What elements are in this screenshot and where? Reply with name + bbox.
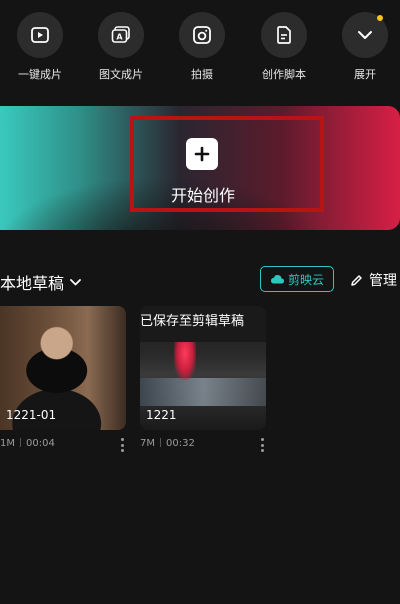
- cloud-button[interactable]: 剪映云: [260, 266, 334, 292]
- draft-card[interactable]: 1221-01 1M 00:04: [0, 306, 126, 452]
- start-creation-label[interactable]: 开始创作: [140, 182, 266, 206]
- tool-label: 展开: [354, 68, 376, 81]
- more-options-icon[interactable]: [260, 438, 264, 452]
- draft-title: 1221-01: [6, 408, 57, 422]
- tool-label: 一键成片: [18, 68, 62, 81]
- notification-dot: [377, 15, 383, 21]
- expand-button[interactable]: 展开: [327, 12, 400, 82]
- draft-meta: 7M 00:32: [140, 438, 266, 452]
- script-document-icon: [261, 12, 307, 58]
- tool-label: 图文成片: [99, 68, 143, 81]
- svg-text:A: A: [116, 33, 123, 42]
- manage-label: 管理: [369, 273, 397, 289]
- tool-label: 创作脚本: [262, 68, 306, 81]
- camera-icon: [179, 12, 225, 58]
- draft-size: 7M: [140, 438, 155, 449]
- chevron-down-icon: [70, 278, 81, 286]
- thumbnail-stage-floor: [140, 378, 266, 406]
- cloud-icon: [270, 275, 284, 284]
- one-click-video-button[interactable]: 一键成片: [2, 12, 78, 82]
- local-drafts-dropdown[interactable]: 本地草稿: [0, 270, 81, 294]
- thumbnail-stage-light: [174, 342, 196, 380]
- play-square-icon: [17, 12, 63, 58]
- draft-card[interactable]: 已保存至剪辑草稿 1221 7M 00:32: [140, 306, 266, 452]
- draft-thumbnail[interactable]: 已保存至剪辑草稿 1221: [140, 306, 266, 430]
- saved-status-overlay: 已保存至剪辑草稿: [140, 306, 266, 342]
- manage-button[interactable]: 管理: [350, 270, 397, 290]
- plus-icon[interactable]: [186, 138, 218, 170]
- pencil-icon: [351, 274, 362, 286]
- draft-duration: 00:32: [166, 438, 195, 449]
- tool-label: 拍摄: [191, 68, 213, 81]
- draft-meta: 1M 00:04: [0, 438, 126, 452]
- draft-thumbnail[interactable]: 1221-01: [0, 306, 126, 430]
- text-to-video-icon: A: [98, 12, 144, 58]
- cloud-label: 剪映云: [287, 272, 324, 287]
- chevron-down-icon: [342, 12, 388, 58]
- draft-duration: 00:04: [26, 438, 55, 449]
- text-to-video-button[interactable]: A 图文成片: [83, 12, 159, 82]
- drafts-title: 本地草稿: [0, 274, 65, 293]
- creation-script-button[interactable]: 创作脚本: [246, 12, 322, 82]
- shoot-button[interactable]: 拍摄: [164, 12, 240, 82]
- draft-size: 1M: [0, 438, 15, 449]
- quick-actions-toolbar: 一键成片 A 图文成片 拍摄 创作脚本 展开: [0, 0, 400, 96]
- more-options-icon[interactable]: [120, 438, 124, 452]
- draft-title: 1221: [146, 408, 177, 422]
